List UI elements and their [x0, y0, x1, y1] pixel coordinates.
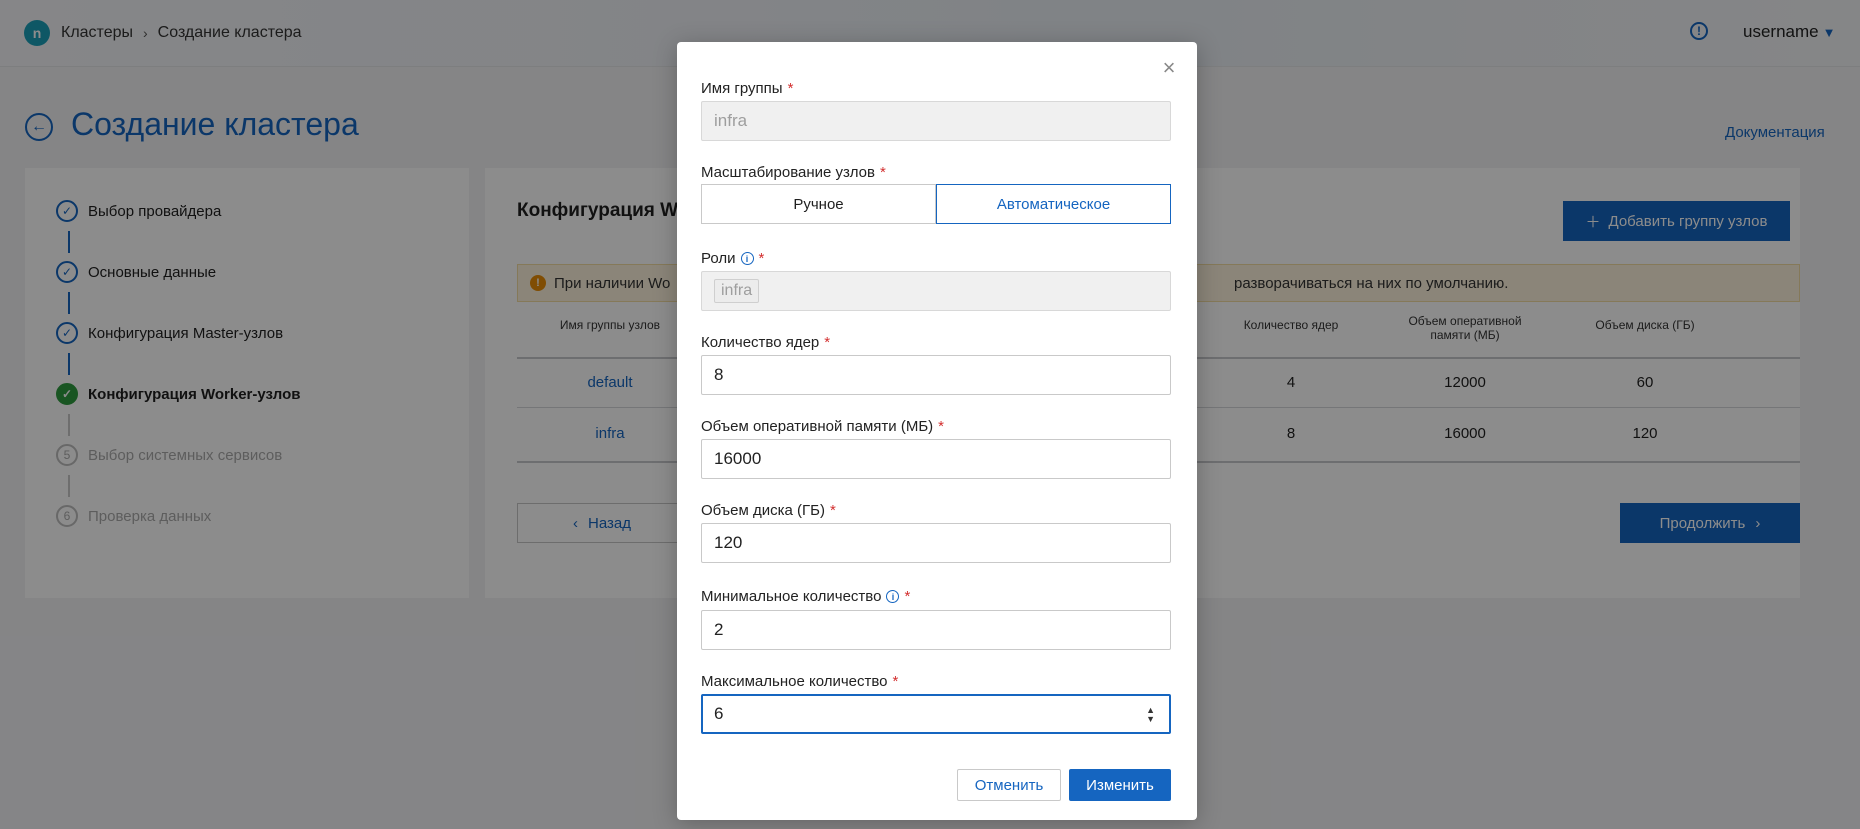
label-text: Объем оперативной памяти (МБ) [701, 418, 934, 435]
label-text: Объем диска (ГБ) [701, 502, 825, 519]
submit-button[interactable]: Изменить [1069, 769, 1171, 801]
info-icon[interactable]: i [886, 590, 900, 603]
label-text: Количество ядер [701, 334, 820, 351]
disk-label: Объем диска (ГБ) * [701, 502, 836, 519]
cancel-button[interactable]: Отменить [957, 769, 1061, 801]
number-spinner-icon[interactable]: ▲ ▼ [1146, 706, 1155, 724]
label-text: Максимальное количество [701, 673, 888, 690]
group-name-field: infra [701, 101, 1171, 141]
scaling-label: Масштабирование узлов * [701, 164, 886, 181]
required-mark: * [787, 80, 794, 97]
scaling-manual-option[interactable]: Ручное [701, 184, 936, 224]
max-count-label: Максимальное количество * [701, 673, 898, 690]
info-icon[interactable]: i [740, 252, 754, 265]
min-count-value: 2 [714, 620, 724, 639]
required-mark: * [880, 164, 886, 181]
max-count-value: 6 [714, 704, 724, 723]
label-text: Имя группы [701, 80, 783, 97]
scaling-toggle: Ручное Автоматическое [701, 184, 1171, 224]
close-icon[interactable]: × [1159, 57, 1179, 79]
min-count-label: Минимальное количество i * [701, 588, 910, 605]
ram-label: Объем оперативной памяти (МБ) * [701, 418, 944, 435]
group-name-label: Имя группы * [701, 80, 793, 97]
required-mark: * [824, 334, 831, 351]
required-mark: * [758, 250, 765, 267]
ram-value: 16000 [714, 449, 762, 468]
min-count-input[interactable]: 2 [701, 610, 1171, 650]
roles-field: infra [701, 271, 1171, 311]
required-mark: * [892, 673, 899, 690]
disk-input[interactable]: 120 [701, 523, 1171, 563]
cores-value: 8 [714, 365, 724, 384]
required-mark: * [938, 418, 944, 435]
ram-input[interactable]: 16000 [701, 439, 1171, 479]
required-mark: * [829, 502, 836, 519]
max-count-input[interactable]: 6 ▲ ▼ [701, 694, 1171, 734]
label-text: Роли [701, 250, 736, 267]
roles-label: Роли i * [701, 250, 764, 267]
disk-value: 120 [714, 533, 743, 552]
cores-label: Количество ядер * [701, 334, 830, 351]
label-text: Масштабирование узлов [701, 164, 875, 181]
group-name-value: infra [714, 111, 748, 130]
edit-node-group-modal: × Имя группы * infra Масштабирование узло… [677, 42, 1197, 820]
cores-input[interactable]: 8 [701, 355, 1171, 395]
required-mark: * [904, 588, 911, 605]
label-text: Минимальное количество [701, 588, 882, 605]
role-chip: infra [714, 279, 760, 303]
scaling-auto-option[interactable]: Автоматическое [936, 184, 1171, 224]
